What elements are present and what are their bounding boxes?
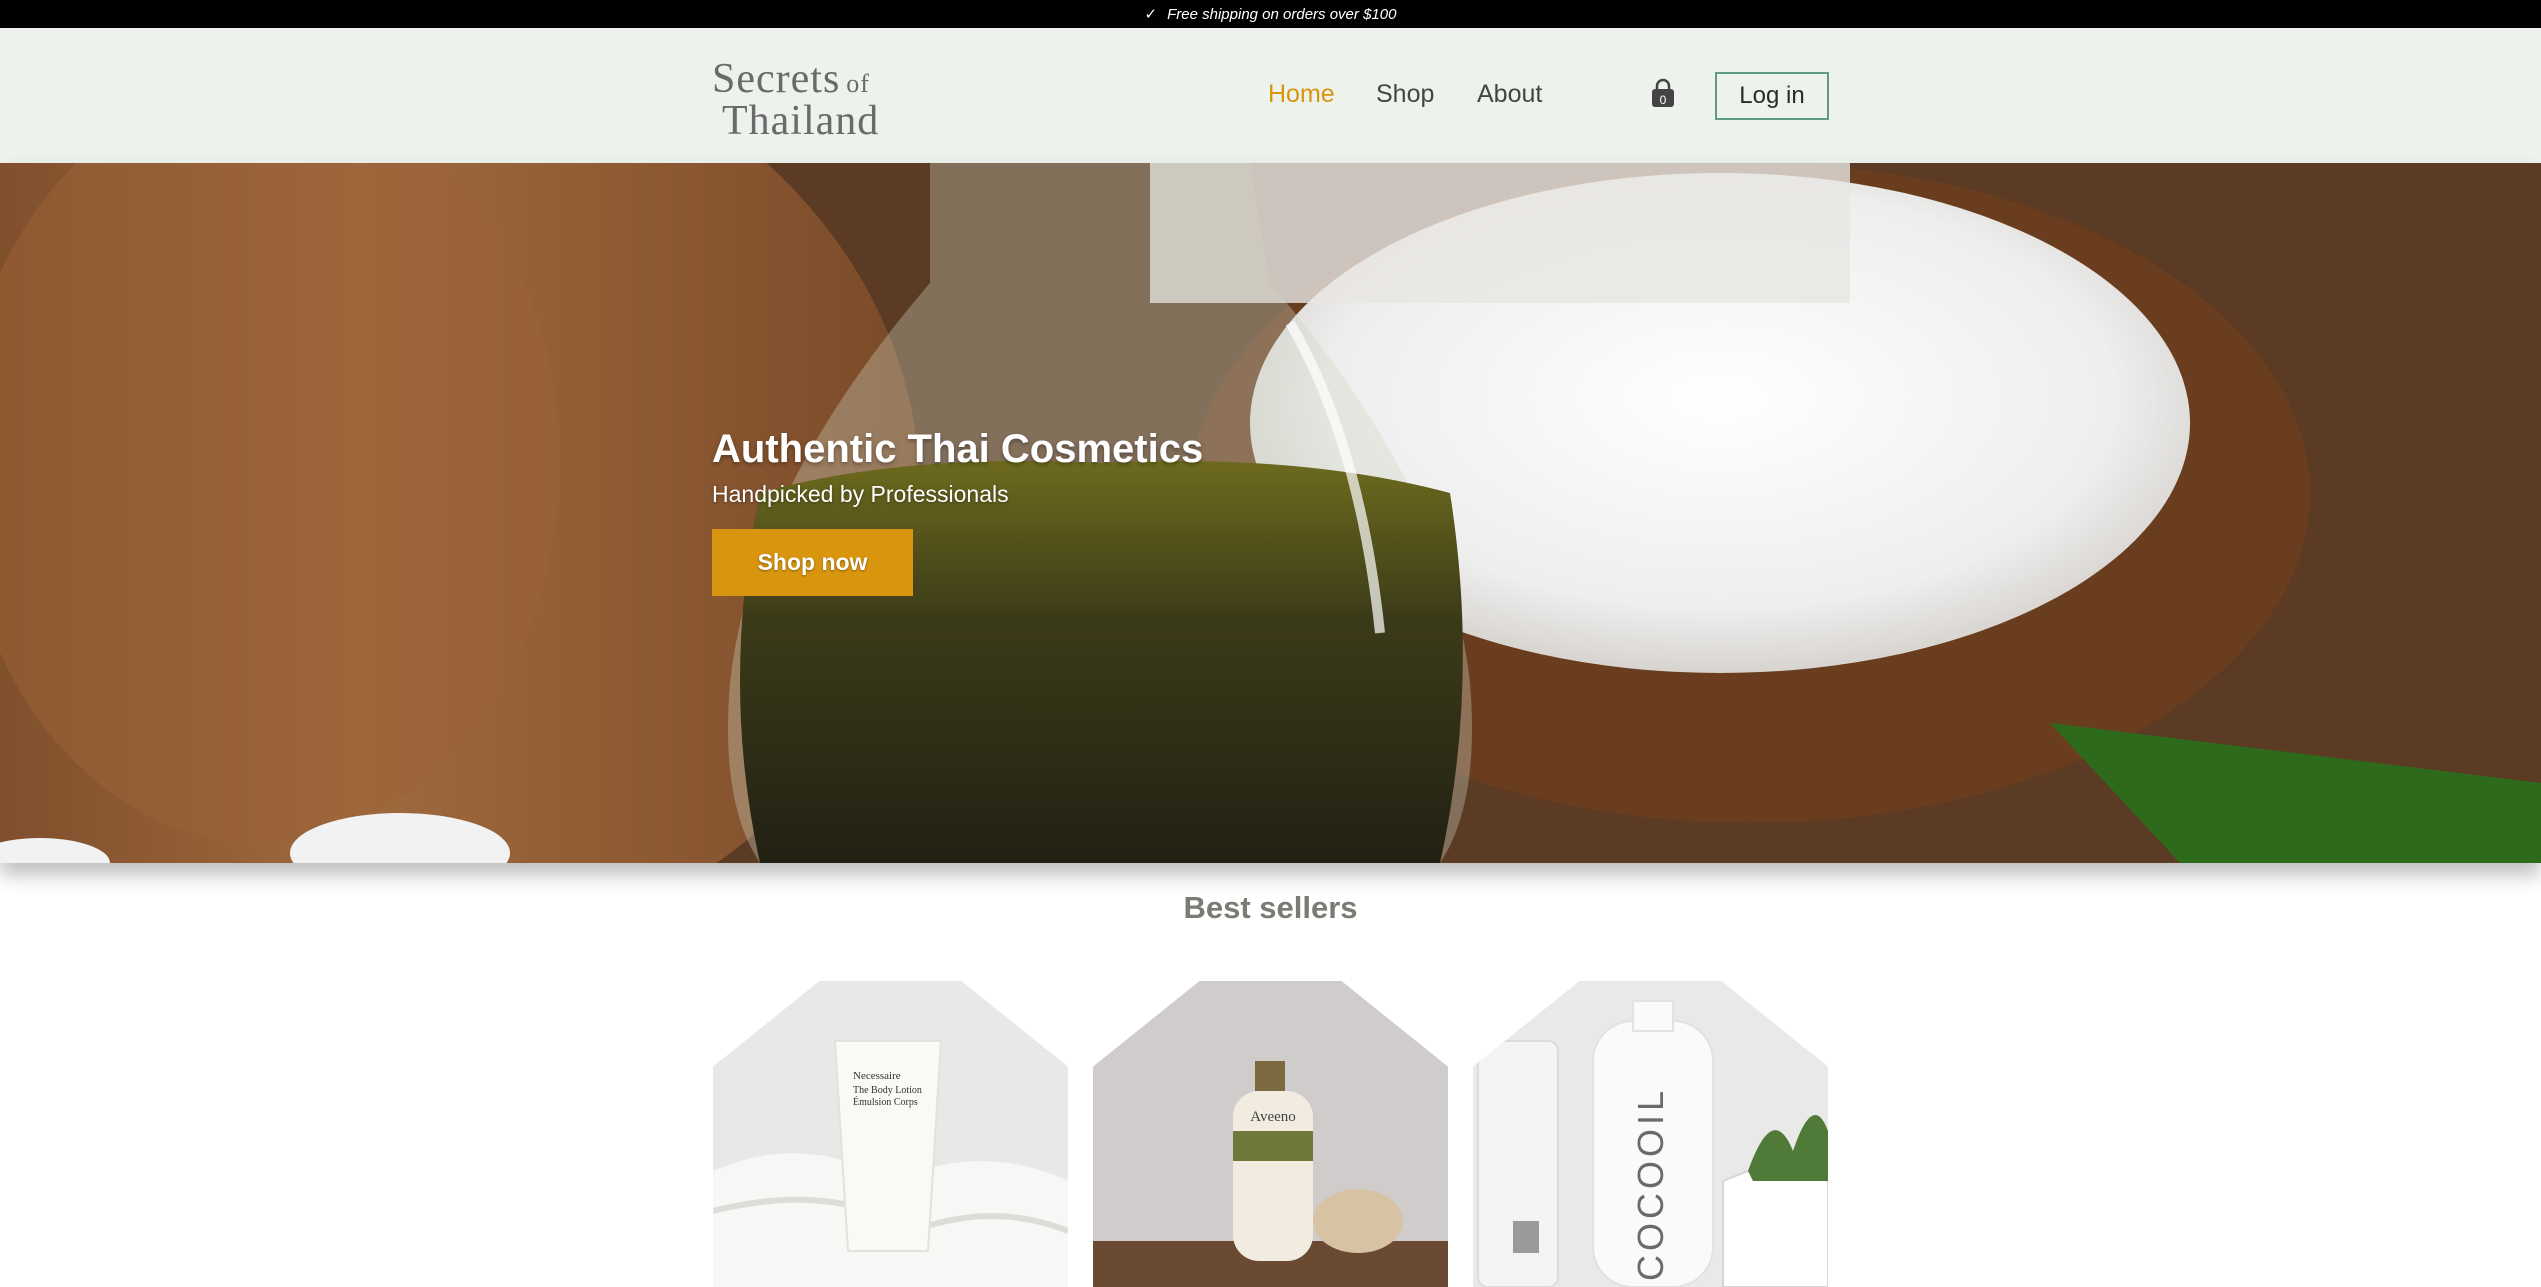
product-image-1: Necessaire The Body Lotion Émulsion Corp… xyxy=(713,981,1068,1287)
check-icon: ✓ xyxy=(1144,6,1158,23)
logo-line2: Thailand xyxy=(722,98,880,144)
product-1-label-3: Émulsion Corps xyxy=(853,1096,918,1108)
hero-image xyxy=(0,163,2541,863)
cart-count: 0 xyxy=(1660,93,1667,107)
announcement-bar: ✓ Free shipping on orders over $100 xyxy=(0,0,2541,28)
login-button[interactable]: Log in xyxy=(1715,72,1829,120)
product-2-label: Aveeno xyxy=(1250,1109,1296,1125)
hero-subtitle: Handpicked by Professionals xyxy=(712,481,1009,507)
product-image-3: COCOOIL xyxy=(1473,981,1828,1287)
site-logo[interactable]: Secrets of Thailand xyxy=(712,56,882,142)
nav-home[interactable]: Home xyxy=(1268,80,1335,109)
product-3-label: COCOOIL xyxy=(1630,1087,1671,1281)
hero-title: Authentic Thai Cosmetics xyxy=(712,427,1204,471)
hero-banner: Authentic Thai Cosmetics Handpicked by P… xyxy=(0,163,2541,863)
announcement-text: Free shipping on orders over $100 xyxy=(1167,5,1397,23)
product-1-label-1: Necessaire xyxy=(853,1070,901,1082)
best-sellers-title: Best sellers xyxy=(1183,890,1358,925)
nav-shop[interactable]: Shop xyxy=(1376,80,1434,109)
product-card-1[interactable]: Necessaire The Body Lotion Émulsion Corp… xyxy=(713,981,1068,1287)
cart-button[interactable]: 0 xyxy=(1649,78,1677,110)
shop-now-button[interactable]: Shop now xyxy=(712,529,913,596)
logo-of: of xyxy=(846,69,870,98)
product-card-2[interactable]: Aveeno xyxy=(1093,981,1448,1287)
logo-line1: Secrets xyxy=(712,56,841,102)
shopping-bag-icon: 0 xyxy=(1652,78,1674,107)
nav-about[interactable]: About xyxy=(1477,80,1542,109)
product-card-3[interactable]: COCOOIL xyxy=(1473,981,1828,1287)
site-header: Secrets of Thailand Home Shop About 0 Log… xyxy=(0,28,2541,163)
product-1-label-2: The Body Lotion xyxy=(853,1085,922,1096)
product-image-2: Aveeno xyxy=(1093,981,1448,1287)
